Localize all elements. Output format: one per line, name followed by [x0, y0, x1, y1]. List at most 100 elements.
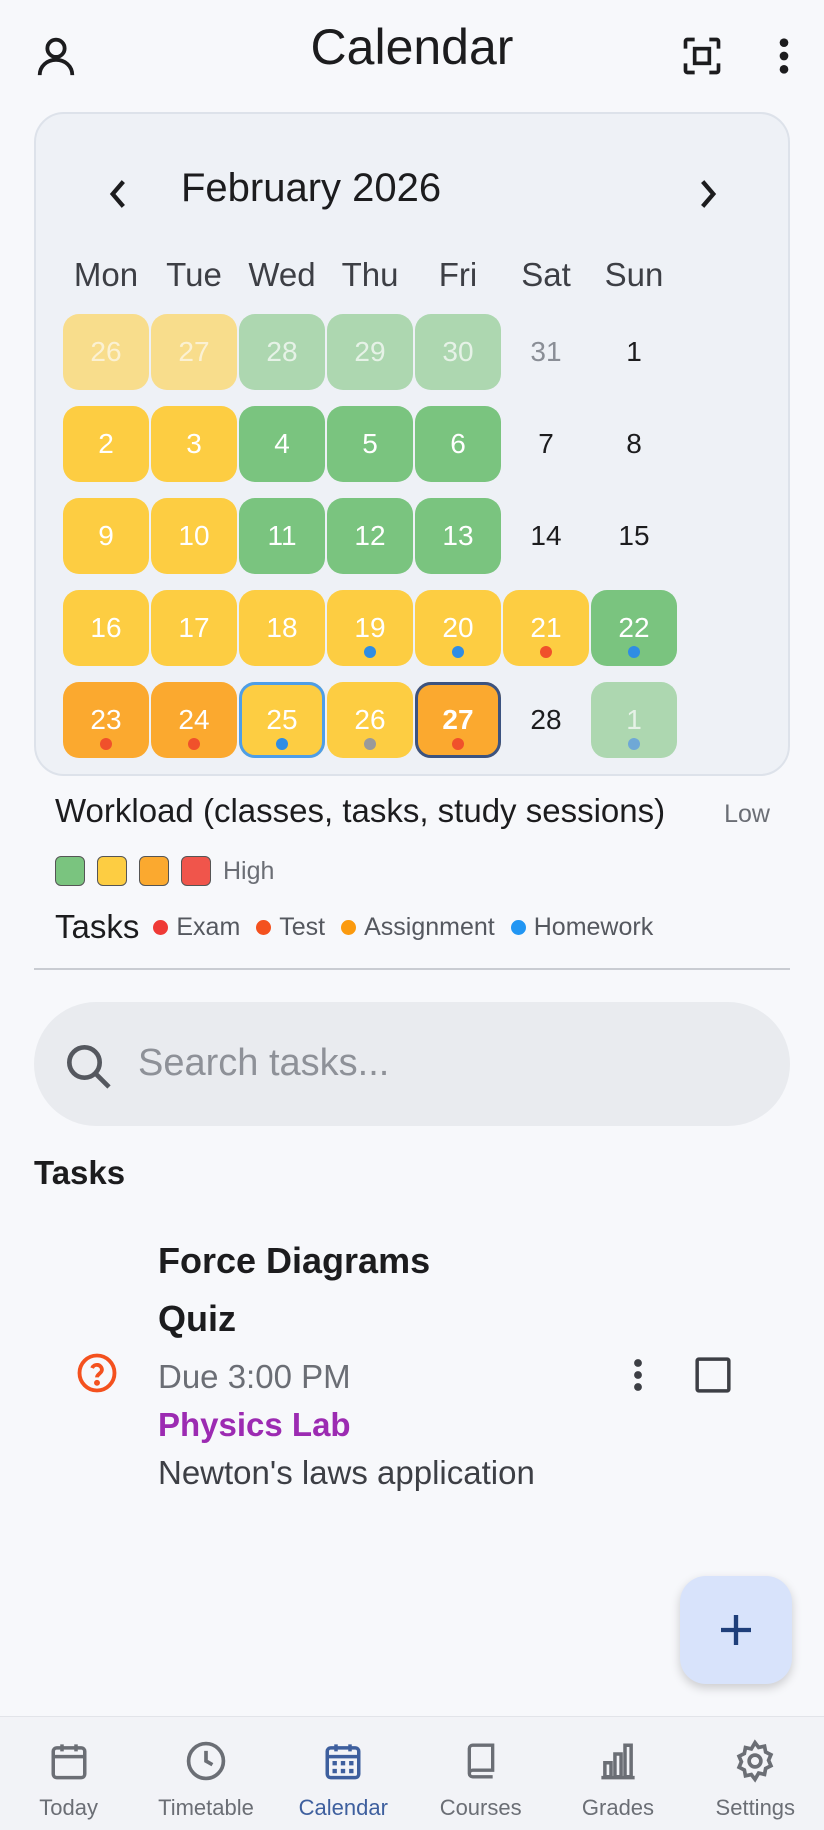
day-number: 19 [354, 612, 386, 643]
more-vert-icon [779, 38, 789, 74]
day-button[interactable]: 30 [415, 314, 501, 390]
day-cell: 23 [62, 674, 150, 766]
day-cell: 14 [502, 490, 590, 582]
day-button[interactable]: 3 [151, 406, 237, 482]
day-number: 8 [626, 428, 642, 459]
day-number: 6 [450, 428, 466, 459]
day-button[interactable]: 19 [327, 590, 413, 666]
search-icon [67, 1045, 111, 1089]
task-dot [452, 646, 464, 658]
day-number: 30 [442, 336, 474, 367]
prev-month-button[interactable] [88, 164, 148, 224]
day-cell: 1 [590, 306, 678, 398]
day-number: 24 [178, 704, 210, 735]
day-button[interactable]: 13 [415, 498, 501, 574]
day-cell: 26 [62, 306, 150, 398]
bottom-navigation: Today Timetable Calendar Courses Grades … [0, 1716, 824, 1830]
day-button[interactable]: 29 [327, 314, 413, 390]
day-button[interactable]: 20 [415, 590, 501, 666]
workload-swatch-low [55, 856, 85, 886]
weekday-header: Mon Tue Wed Thu Fri Sat Sun [62, 256, 678, 294]
day-button[interactable]: 14 [503, 498, 589, 574]
day-today[interactable]: 27 [415, 682, 501, 758]
day-button[interactable]: 28 [503, 682, 589, 758]
day-number: 4 [274, 428, 290, 459]
day-cell: 21 [502, 582, 590, 674]
calendar-month-icon [319, 1737, 367, 1785]
day-button[interactable]: 23 [63, 682, 149, 758]
more-menu-button[interactable] [752, 24, 816, 88]
nav-today[interactable]: Today [0, 1717, 137, 1830]
nav-timetable[interactable]: Timetable [137, 1717, 274, 1830]
day-number: 1 [626, 336, 642, 367]
weekday-label: Fri [438, 256, 478, 293]
search-input[interactable] [138, 1032, 738, 1094]
day-button[interactable]: 10 [151, 498, 237, 574]
day-cell: 24 [150, 674, 238, 766]
day-button[interactable]: 6 [415, 406, 501, 482]
workload-legend: High [55, 856, 274, 886]
task-dot [628, 738, 640, 750]
test-dot [256, 919, 272, 935]
day-button[interactable]: 5 [327, 406, 413, 482]
day-number: 22 [618, 612, 650, 643]
day-button[interactable]: 16 [63, 590, 149, 666]
nav-calendar[interactable]: Calendar [275, 1717, 412, 1830]
day-cell: 1 [590, 674, 678, 766]
day-button[interactable]: 22 [591, 590, 677, 666]
assignment-dot [341, 919, 357, 935]
day-cell: 27 [150, 306, 238, 398]
day-selected[interactable]: 25 [239, 682, 325, 758]
nav-today-label: Today [39, 1795, 99, 1820]
divider [34, 968, 790, 970]
day-cell: 4 [238, 398, 326, 490]
day-button[interactable]: 27 [151, 314, 237, 390]
legend-assignment-label: Assignment [364, 912, 495, 941]
day-button[interactable]: 21 [503, 590, 589, 666]
task-complete-checkbox[interactable] [690, 1352, 736, 1398]
day-cell: 8 [590, 398, 678, 490]
next-month-button[interactable] [678, 164, 738, 224]
quiz-help-icon [77, 1353, 117, 1393]
task-dot [364, 738, 376, 750]
day-button[interactable]: 9 [63, 498, 149, 574]
day-button[interactable]: 12 [327, 498, 413, 574]
day-button[interactable]: 26 [63, 314, 149, 390]
day-cell: 27 [414, 674, 502, 766]
day-button[interactable]: 4 [239, 406, 325, 482]
day-button[interactable]: 18 [239, 590, 325, 666]
nav-grades[interactable]: Grades [549, 1717, 686, 1830]
task-dot [276, 738, 288, 750]
legend-assignment: Assignment [341, 913, 495, 942]
search-bar[interactable] [34, 1002, 790, 1126]
day-button[interactable]: 1 [591, 314, 677, 390]
task-item[interactable]: Force Diagrams Quiz Due 3:00 PM Physics … [34, 1232, 790, 1512]
legend-exam-label: Exam [176, 912, 241, 941]
scan-button[interactable] [670, 24, 734, 88]
more-vert-icon [634, 1359, 642, 1391]
calendar-screen: Calendar February 2026 Mon Tue Wed Thu Fri Sa… [0, 0, 824, 1830]
task-more-button[interactable] [618, 1350, 658, 1400]
day-number: 2 [98, 428, 114, 459]
weekday-label: Wed [248, 256, 316, 293]
day-button[interactable]: 15 [591, 498, 677, 574]
day-button[interactable]: 24 [151, 682, 237, 758]
day-button[interactable]: 28 [239, 314, 325, 390]
day-number: 20 [442, 612, 474, 643]
day-button[interactable]: 26 [327, 682, 413, 758]
day-button[interactable]: 17 [151, 590, 237, 666]
nav-courses[interactable]: Courses [412, 1717, 549, 1830]
day-cell: 29 [326, 306, 414, 398]
task-dot [452, 738, 464, 750]
chevron-right-icon [701, 180, 717, 208]
day-button[interactable]: 11 [239, 498, 325, 574]
day-button[interactable]: 7 [503, 406, 589, 482]
add-task-button[interactable] [680, 1576, 792, 1684]
day-button[interactable]: 2 [63, 406, 149, 482]
day-button[interactable]: 8 [591, 406, 677, 482]
nav-timetable-label: Timetable [158, 1795, 254, 1820]
nav-settings[interactable]: Settings [687, 1717, 824, 1830]
day-button[interactable]: 31 [503, 314, 589, 390]
day-number: 5 [362, 428, 378, 459]
day-button[interactable]: 1 [591, 682, 677, 758]
